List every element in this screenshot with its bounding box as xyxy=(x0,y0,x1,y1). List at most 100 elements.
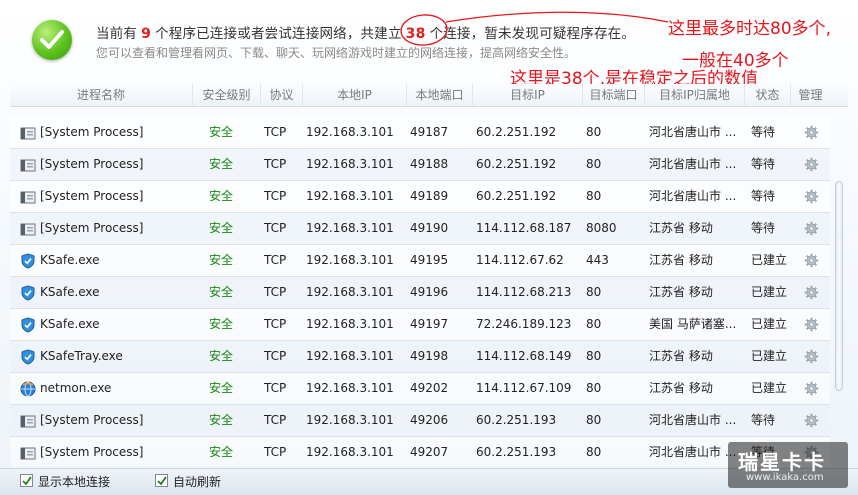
process-name: KSafe.exe xyxy=(40,317,100,331)
remote-ip: 60.2.251.192 xyxy=(476,125,557,139)
protocol: TCP xyxy=(264,125,287,139)
connection-table-body: [System Process] 安全 TCP 192.168.3.101 49187 6… xyxy=(10,117,830,467)
gear-icon[interactable] xyxy=(804,285,819,300)
local-port: 49202 xyxy=(410,381,449,395)
table-row[interactable]: KSafe.exe 安全 TCP 192.168.3.101 49195 114.112.… xyxy=(10,245,830,277)
remote-location: 河北省唐山市 ... xyxy=(649,125,737,139)
system-process-icon xyxy=(20,413,36,429)
protocol: TCP xyxy=(264,253,287,267)
remote-location: 美国 马萨诸塞... xyxy=(649,317,737,331)
shield-icon xyxy=(20,285,36,301)
protocol: TCP xyxy=(264,381,287,395)
table-row[interactable]: [System Process] 安全 TCP 192.168.3.101 49187 6… xyxy=(10,117,830,149)
gear-icon[interactable] xyxy=(804,317,819,332)
security-level: 安全 xyxy=(209,157,234,171)
remote-ip: 60.2.251.193 xyxy=(476,445,557,459)
remote-ip: 114.112.67.109 xyxy=(476,381,572,395)
system-process-icon xyxy=(20,445,36,461)
shield-icon xyxy=(20,317,36,333)
security-level: 安全 xyxy=(209,253,234,267)
gear-icon[interactable] xyxy=(804,253,819,268)
col-process-name[interactable]: 进程名称 xyxy=(10,84,192,106)
process-name: [System Process] xyxy=(40,221,144,235)
status-subtext: 您可以查看和管理看网页、下载、聊天、玩网络游戏时建立的网络连接，提高网络安全性。 xyxy=(96,46,577,60)
table-row[interactable]: KSafe.exe 安全 TCP 192.168.3.101 49196 114.112.… xyxy=(10,277,830,309)
process-name: [System Process] xyxy=(40,445,144,459)
col-local-port[interactable]: 本地端口 xyxy=(406,84,472,106)
col-remote-port[interactable]: 目标端口 xyxy=(582,84,644,106)
connection-status: 等待 xyxy=(751,157,776,171)
gear-icon[interactable] xyxy=(804,189,819,204)
table-row[interactable]: [System Process] 安全 TCP 192.168.3.101 49189 6… xyxy=(10,181,830,213)
local-port: 49195 xyxy=(410,253,449,267)
local-ip: 192.168.3.101 xyxy=(306,445,394,459)
remote-location: 江苏省 移动 xyxy=(649,221,713,235)
table-row[interactable]: [System Process] 安全 TCP 192.168.3.101 49206 6… xyxy=(10,405,830,437)
process-name: KSafeTray.exe xyxy=(40,349,123,363)
gear-icon[interactable] xyxy=(804,381,819,396)
program-count: 9 xyxy=(141,26,152,42)
connection-status: 已建立 xyxy=(751,253,788,267)
protocol: TCP xyxy=(264,157,287,171)
remote-location: 江苏省 移动 xyxy=(649,381,713,395)
table-row[interactable]: [System Process] 安全 TCP 192.168.3.101 49188 6… xyxy=(10,149,830,181)
gear-icon[interactable] xyxy=(804,413,819,428)
remote-ip: 114.112.68.213 xyxy=(476,285,572,299)
connection-table-header: 进程名称 安全级别 协议 本地IP 本地端口 目标IP 目标端口 目标IP归属地… xyxy=(10,84,848,107)
connection-status: 等待 xyxy=(751,125,776,139)
process-name: [System Process] xyxy=(40,157,144,171)
col-security[interactable]: 安全级别 xyxy=(192,84,260,106)
protocol: TCP xyxy=(264,445,287,459)
shield-icon xyxy=(20,253,36,269)
scrollbar-thumb[interactable] xyxy=(835,181,843,391)
remote-port: 80 xyxy=(586,445,602,459)
local-port: 49207 xyxy=(410,445,449,459)
local-ip: 192.168.3.101 xyxy=(306,317,394,331)
table-row[interactable]: KSafe.exe 安全 TCP 192.168.3.101 49197 72.246.1… xyxy=(10,309,830,341)
remote-port: 80 xyxy=(586,349,602,363)
table-row[interactable]: KSafeTray.exe 安全 TCP 192.168.3.101 49198 114.… xyxy=(10,341,830,373)
security-level: 安全 xyxy=(209,317,234,331)
col-status[interactable]: 状态 xyxy=(744,84,790,106)
show-local-label: 显示本地连接 xyxy=(38,475,111,489)
table-row[interactable]: netmon.exe 安全 TCP 192.168.3.101 49202 114.112… xyxy=(10,373,830,405)
security-level: 安全 xyxy=(209,189,234,203)
security-level: 安全 xyxy=(209,445,234,459)
gear-icon[interactable] xyxy=(804,157,819,172)
local-port: 49206 xyxy=(410,413,449,427)
protocol: TCP xyxy=(264,221,287,235)
table-scrollbar[interactable] xyxy=(832,117,846,467)
col-manage[interactable]: 管理 xyxy=(790,84,830,106)
gear-icon[interactable] xyxy=(804,349,819,364)
connection-status: 等待 xyxy=(751,189,776,203)
local-port: 49196 xyxy=(410,285,449,299)
remote-port: 80 xyxy=(586,285,602,299)
security-level: 安全 xyxy=(209,413,234,427)
table-row[interactable]: [System Process] 安全 TCP 192.168.3.101 49190 1… xyxy=(10,213,830,245)
process-name: [System Process] xyxy=(40,189,144,203)
watermark-url: www.ikaka.com xyxy=(746,472,824,483)
process-name: [System Process] xyxy=(40,413,144,427)
col-protocol[interactable]: 协议 xyxy=(260,84,302,106)
col-local-ip[interactable]: 本地IP xyxy=(302,84,406,106)
local-ip: 192.168.3.101 xyxy=(306,125,394,139)
remote-port: 80 xyxy=(586,413,602,427)
local-ip: 192.168.3.101 xyxy=(306,285,394,299)
gear-icon[interactable] xyxy=(804,125,819,140)
remote-ip: 114.112.68.149 xyxy=(476,349,572,363)
remote-ip: 60.2.251.192 xyxy=(476,157,557,171)
col-remote-location[interactable]: 目标IP归属地 xyxy=(644,84,744,106)
process-name: KSafe.exe xyxy=(40,253,100,267)
table-row[interactable]: [System Process] 安全 TCP 192.168.3.101 49207 6… xyxy=(10,437,830,467)
protocol: TCP xyxy=(264,189,287,203)
system-process-icon xyxy=(20,221,36,237)
auto-refresh-checkbox[interactable] xyxy=(155,474,168,487)
show-local-checkbox[interactable] xyxy=(20,474,33,487)
connection-status: 已建立 xyxy=(751,381,788,395)
remote-port: 443 xyxy=(586,253,609,267)
gear-icon[interactable] xyxy=(804,221,819,236)
local-port: 49198 xyxy=(410,349,449,363)
system-process-icon xyxy=(20,189,36,205)
local-port: 49189 xyxy=(410,189,449,203)
col-remote-ip[interactable]: 目标IP xyxy=(472,84,582,106)
